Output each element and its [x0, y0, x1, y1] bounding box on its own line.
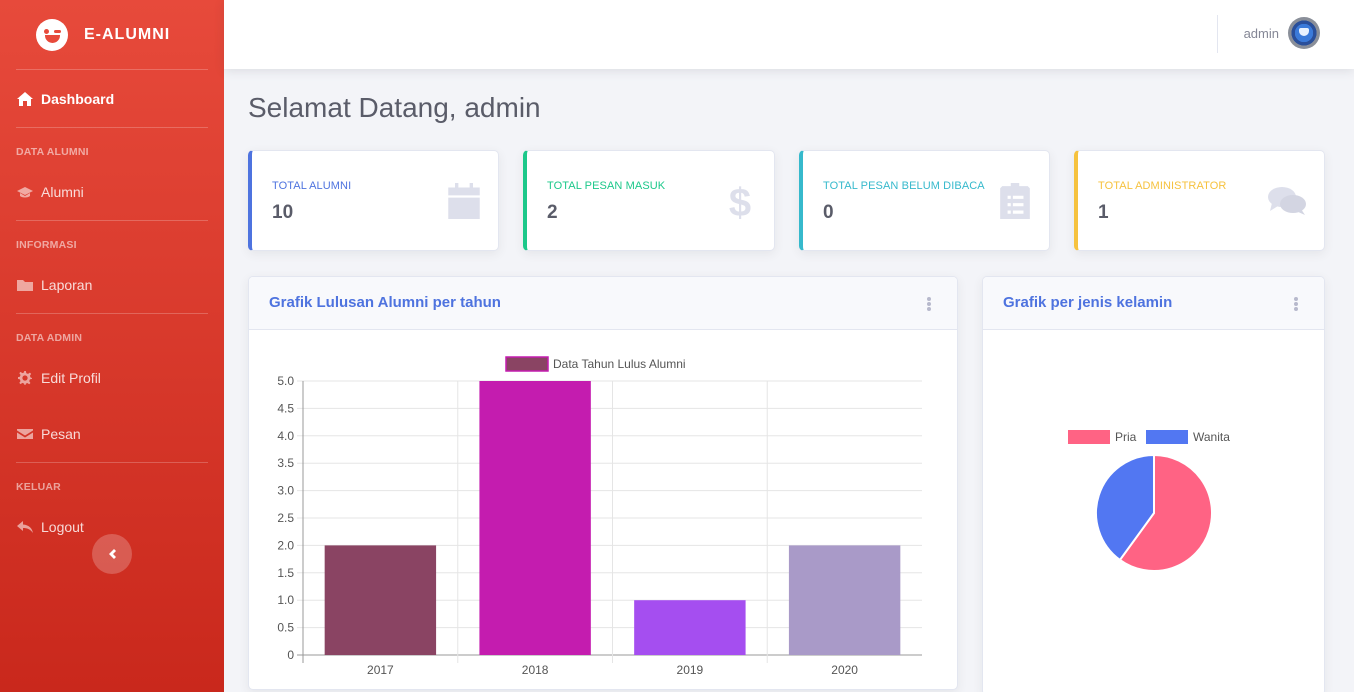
chevron-left-icon: [109, 549, 116, 559]
y-tick-label: 5.0: [277, 374, 294, 388]
y-tick-label: 2.0: [277, 538, 294, 552]
stat-card-total-pesan-masuk: TOTAL PESAN MASUK 2 $: [523, 150, 775, 251]
sidebar-item-edit-profil[interactable]: Edit Profil: [0, 350, 224, 406]
sidebar-item-label: Laporan: [41, 277, 93, 293]
calendar-icon: [448, 183, 480, 219]
sidebar-item-label: Pesan: [41, 426, 81, 442]
x-tick-label: 2018: [522, 663, 549, 677]
x-tick-label: 2020: [831, 663, 858, 677]
y-tick-label: 4.0: [277, 429, 294, 443]
stat-label: TOTAL PESAN BELUM DIBACA: [823, 180, 985, 192]
home-icon: [17, 91, 33, 106]
user-dropdown[interactable]: admin: [1244, 17, 1320, 49]
sidebar-item-alumni[interactable]: Alumni: [0, 164, 224, 220]
ellipsis-vertical-icon[interactable]: [1292, 296, 1300, 312]
sidebar: E-ALUMNI Dashboard DATA ALUMNI Alumni IN…: [0, 0, 224, 692]
envelope-icon: [17, 427, 33, 441]
legend-swatch: [505, 356, 549, 372]
graduation-cap-icon: [17, 185, 33, 199]
folder-icon: [17, 278, 33, 292]
stat-card-total-alumni: TOTAL ALUMNI 10: [248, 150, 499, 251]
username: admin: [1243, 25, 1279, 41]
panel-title: Grafik Lulusan Alumni per tahun: [269, 294, 501, 311]
legend-label: Wanita: [1193, 430, 1230, 444]
bar-chart: 0 0.5 1.0 1.5 2.0 2.5 3.0 3.5 4.0 4.5 5.0 2017 2018 2…: [277, 356, 922, 677]
gear-icon: [17, 371, 33, 385]
stat-card-total-pesan-belum-dibaca: TOTAL PESAN BELUM DIBACA 0: [799, 150, 1050, 251]
topbar-divider: [1217, 15, 1218, 53]
y-tick-label: 4.5: [277, 401, 294, 415]
bar-chart-panel: Grafik Lulusan Alumni per tahun 0 0.5 1.0 1…: [248, 276, 958, 690]
y-tick-label: 0: [287, 648, 294, 662]
stat-value: 10: [272, 202, 294, 223]
bar: [788, 545, 901, 655]
pie-chart: Pria Wanita: [1068, 430, 1230, 572]
bar: [479, 381, 591, 655]
legend-swatch: [1146, 430, 1188, 444]
sidebar-item-label: Logout: [41, 519, 84, 535]
y-tick-label: 2.5: [277, 511, 294, 525]
laugh-wink-icon: [36, 18, 68, 51]
panel-header: Grafik Lulusan Alumni per tahun: [249, 277, 957, 330]
x-tick-label: 2019: [677, 663, 704, 677]
brand-text: E-ALUMNI: [84, 25, 171, 43]
stat-label: TOTAL ALUMNI: [272, 180, 352, 192]
brand-link[interactable]: E-ALUMNI: [0, 0, 224, 69]
stat-value: 1: [1098, 202, 1109, 223]
sidebar-heading: DATA ADMIN: [16, 332, 83, 344]
stat-label: TOTAL ADMINISTRATOR: [1098, 180, 1227, 192]
x-tick-label: 2017: [367, 663, 394, 677]
legend-label: Pria: [1115, 430, 1137, 444]
sidebar-item-laporan[interactable]: Laporan: [0, 257, 224, 313]
comments-icon: [1268, 183, 1306, 219]
sidebar-item-dashboard[interactable]: Dashboard: [0, 70, 224, 127]
panel-title: Grafik per jenis kelamin: [1003, 294, 1173, 311]
sidebar-item-label: Alumni: [41, 184, 84, 200]
sidebar-item-label: Edit Profil: [41, 370, 101, 386]
sidebar-item-pesan[interactable]: Pesan: [0, 406, 224, 462]
reply-icon: [17, 520, 33, 534]
y-tick-label: 0.5: [277, 621, 294, 635]
y-tick-label: 3.0: [277, 484, 294, 498]
sidebar-item-label: Dashboard: [41, 90, 115, 107]
ellipsis-vertical-icon[interactable]: [925, 296, 933, 312]
sidebar-toggle-button[interactable]: [92, 534, 132, 574]
legend-swatch: [1068, 430, 1110, 444]
avatar: [1288, 17, 1320, 49]
legend-label: Data Tahun Lulus Alumni: [553, 357, 686, 371]
y-tick-label: 1.0: [277, 593, 294, 607]
sidebar-heading: KELUAR: [16, 481, 61, 493]
dollar-icon: $: [724, 181, 756, 225]
bar: [324, 545, 437, 655]
page-title: Selamat Datang, admin: [248, 92, 541, 123]
svg-text:$: $: [729, 183, 751, 219]
sidebar-heading: INFORMASI: [16, 239, 77, 251]
clipboard-list-icon: [999, 183, 1031, 219]
topbar: admin: [224, 0, 1354, 69]
y-tick-label: 1.5: [277, 566, 294, 580]
stat-value: 0: [823, 202, 834, 223]
stat-card-total-administrator: TOTAL ADMINISTRATOR 1: [1074, 150, 1325, 251]
pie-chart-panel: Grafik per jenis kelamin Pria Wanita: [982, 276, 1325, 692]
stat-label: TOTAL PESAN MASUK: [547, 180, 666, 192]
panel-header: Grafik per jenis kelamin: [983, 277, 1324, 330]
bar: [634, 600, 746, 655]
sidebar-heading: DATA ALUMNI: [16, 146, 89, 158]
y-tick-label: 3.5: [277, 456, 294, 470]
stat-value: 2: [547, 202, 558, 223]
